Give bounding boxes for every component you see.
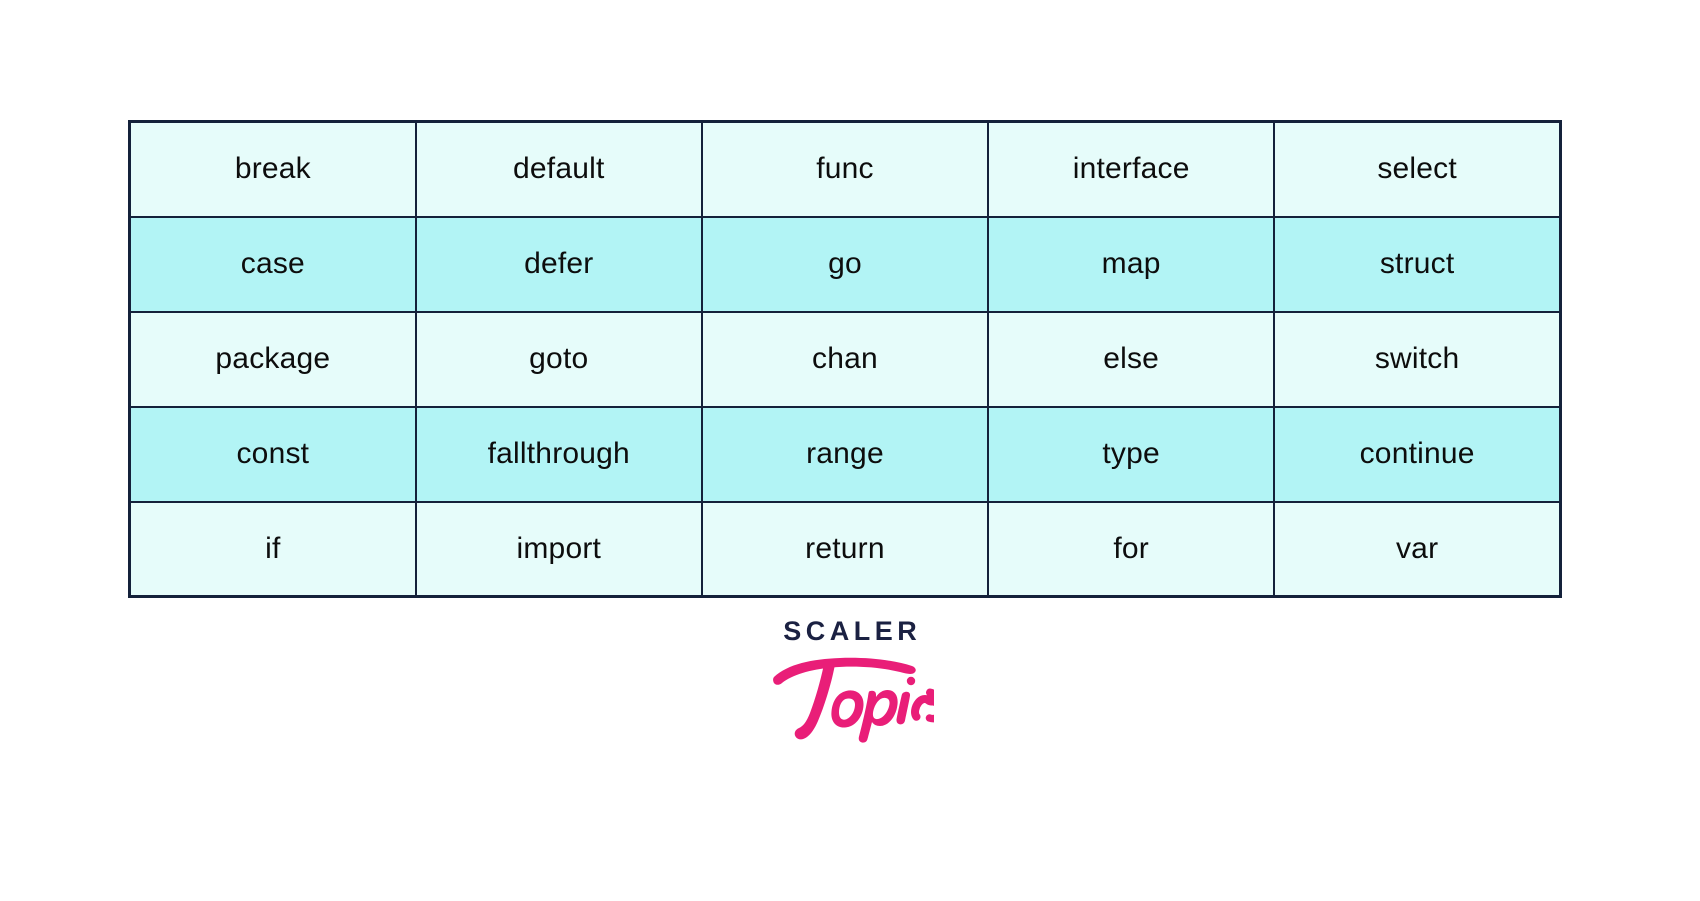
table-cell: type — [987, 405, 1276, 503]
table-cell: switch — [1273, 310, 1562, 408]
table-row: const fallthrough range type continue — [128, 405, 1562, 503]
table-row: if import return for var — [128, 500, 1562, 598]
table-cell: import — [414, 500, 703, 598]
table-row: case defer go map struct — [128, 215, 1562, 313]
table-cell: if — [128, 500, 417, 598]
table-cell: var — [1273, 500, 1562, 598]
table-cell: break — [128, 120, 417, 218]
logo-inner: SCALER — [766, 618, 934, 743]
table-cell: struct — [1273, 215, 1562, 313]
keyword-table-container: break default func interface select case… — [128, 120, 1562, 598]
table-cell: map — [987, 215, 1276, 313]
table-cell: chan — [700, 310, 990, 408]
topics-script-icon — [773, 657, 934, 743]
table-cell: const — [128, 405, 417, 503]
table-cell: continue — [1273, 405, 1562, 503]
table-cell: return — [700, 500, 990, 598]
table-cell: goto — [414, 310, 703, 408]
table-row: package goto chan else switch — [128, 310, 1562, 408]
table-cell: default — [414, 120, 703, 218]
table-cell: fallthrough — [414, 405, 703, 503]
table-cell: else — [987, 310, 1276, 408]
table-cell: range — [700, 405, 990, 503]
table-row: break default func interface select — [128, 120, 1562, 218]
table-cell: case — [128, 215, 417, 313]
go-keywords-table: break default func interface select case… — [128, 120, 1562, 598]
table-cell: defer — [414, 215, 703, 313]
table-cell: go — [700, 215, 990, 313]
table-cell: package — [128, 310, 417, 408]
scaler-topics-logo: SCALER — [0, 618, 1700, 748]
table-cell: func — [700, 120, 990, 218]
logo-script-topics — [766, 637, 934, 743]
table-cell: for — [987, 500, 1276, 598]
table-cell: interface — [987, 120, 1276, 218]
table-cell: select — [1273, 120, 1562, 218]
page-root: break default func interface select case… — [0, 0, 1700, 901]
